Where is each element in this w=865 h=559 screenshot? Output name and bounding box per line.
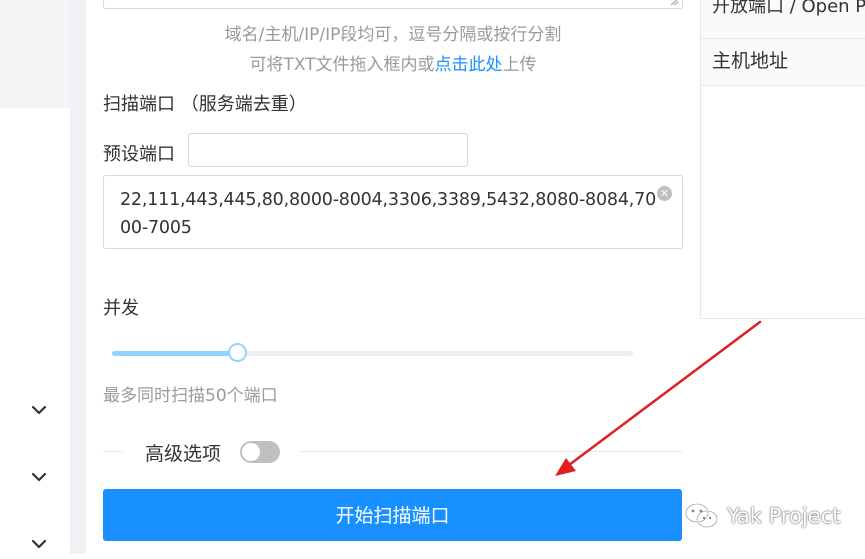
results-table-header: 主机地址: [701, 39, 865, 86]
results-header: 开放端口 / Open P: [701, 0, 865, 39]
concurrency-slider-handle[interactable]: [228, 343, 247, 362]
chevron-down-icon[interactable]: [28, 399, 50, 421]
upload-hint-prefix: 可将TXT文件拖入框内或: [249, 55, 435, 75]
watermark: Yak Project: [683, 499, 841, 533]
toggle-knob: [242, 443, 260, 461]
column-host-address: 主机地址: [712, 50, 789, 72]
sidebar-top-section: [0, 0, 70, 108]
preset-ports-select[interactable]: [188, 133, 468, 167]
upload-hint: 可将TXT文件拖入框内或点击此处上传: [103, 50, 683, 75]
results-panel: 开放端口 / Open P 主机地址: [700, 0, 865, 319]
advanced-options-label: 高级选项: [145, 443, 222, 465]
clear-icon[interactable]: ✕: [657, 186, 672, 201]
divider-left: [103, 451, 123, 452]
ports-value: 22,111,443,445,80,8000-8004,3306,3389,54…: [120, 190, 657, 238]
watermark-text: Yak Project: [727, 504, 841, 528]
ports-textarea[interactable]: 22,111,443,445,80,8000-8004,3306,3389,54…: [103, 175, 683, 249]
target-textarea[interactable]: [103, 0, 683, 9]
preset-ports-label: 预设端口: [103, 144, 175, 165]
layout-gutter: [70, 0, 86, 554]
upload-link[interactable]: 点击此处: [435, 55, 503, 75]
scan-ports-label: 扫描端口 （服务端去重）: [103, 94, 307, 115]
concurrency-slider-track[interactable]: [112, 351, 633, 356]
advanced-options-toggle[interactable]: [240, 441, 280, 463]
results-header-title: 开放端口 / Open P: [712, 0, 865, 17]
concurrency-hint: 最多同时扫描50个端口: [103, 386, 278, 406]
start-scan-button[interactable]: 开始扫描端口: [103, 489, 682, 541]
wechat-logo-icon: [685, 503, 718, 528]
concurrency-slider-fill: [112, 351, 237, 356]
chevron-down-icon[interactable]: [28, 466, 50, 488]
target-hint: 域名/主机/IP/IP段均可，逗号分隔或按行分割: [224, 25, 562, 45]
left-sidebar: [0, 0, 70, 554]
upload-hint-suffix: 上传: [502, 55, 537, 75]
concurrency-label: 并发: [103, 298, 139, 319]
chevron-down-icon[interactable]: [28, 533, 50, 555]
resize-grip-icon[interactable]: [669, 0, 679, 6]
scan-form-panel: [86, 0, 698, 554]
divider-right: [300, 451, 682, 452]
